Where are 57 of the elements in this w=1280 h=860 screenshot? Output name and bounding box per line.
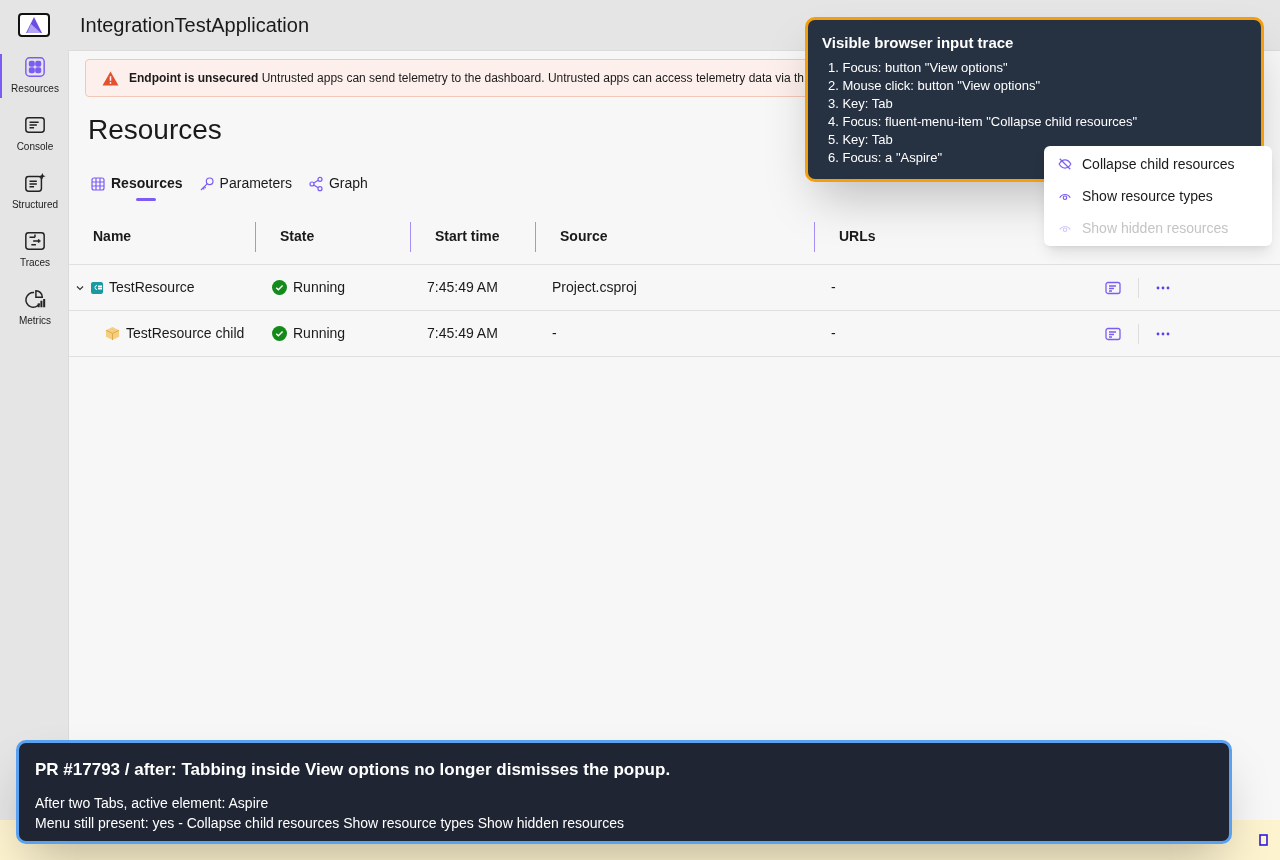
menu-item[interactable]: Collapse child resources [1044,148,1272,180]
pr-note-line: Menu still present: yes - Collapse child resources Show resource types Show hidden resources [35,813,626,833]
csharp-icon [91,281,103,294]
trace-step: 2. Mouse click: button "View options" [822,76,1041,95]
sidebar-item[interactable]: Metrics [0,286,68,330]
logo-icon[interactable] [18,13,50,37]
urls-text: - [831,325,836,341]
start-time: 7:45:49 AM [427,279,498,295]
tab[interactable]: Resources [90,173,183,201]
key-icon [198,175,215,192]
menu-item[interactable]: Show resource types [1044,180,1272,212]
app-title: IntegrationTestApplication [80,13,310,38]
trace-step: 3. Key: Tab [822,94,893,113]
pr-note-title: PR #17793 / after: Tabbing inside View options no longer dismisses the popup. [35,759,672,781]
column-header[interactable]: Name [93,226,132,247]
sidebar-item[interactable]: Traces [0,228,68,272]
pr-note-line: After two Tabs, active element: Aspire [35,793,270,813]
urls-text: - [831,279,836,295]
state-text: Running [293,324,346,343]
text-lines-icon [24,114,46,136]
eye-slash-icon [1058,157,1072,171]
package-icon [105,326,120,341]
trace-title: Visible browser input trace [822,33,1015,53]
resource-name: TestResource [109,278,195,297]
banner-message: Endpoint is unsecured Untrusted apps can send telemetry to the dashboard. Untrusted apps can access telemetry data via th [129,70,804,87]
column-header[interactable]: URLs [839,226,876,247]
source-text: - [552,325,557,341]
column-header[interactable]: Start time [435,226,500,247]
column-header[interactable]: Source [560,226,608,247]
column-header[interactable]: State [280,226,315,247]
page-title: Resources [88,113,222,147]
grid-icon [90,175,106,192]
sidebar-item[interactable]: Console [0,112,68,156]
share-nodes-icon [307,175,324,192]
source-text: Project.csproj [552,279,637,295]
trace-step: 4. Focus: fluent-menu-item "Collapse child resources" [822,112,1138,131]
text-sparkle-icon [24,172,46,194]
check-circle-icon [272,280,287,295]
grid-icon [24,56,46,78]
check-circle-icon [272,326,287,341]
tab[interactable]: Parameters [198,173,292,201]
state-text: Running [293,278,346,297]
tab[interactable]: Graph [307,173,368,201]
text-lines-icon[interactable] [1105,326,1121,341]
pie-chart-icon [24,288,46,310]
timeline-icon [24,230,46,252]
trace-step: 5. Key: Tab [822,130,893,149]
more-icon[interactable] [1156,285,1170,290]
square-icon[interactable] [1259,834,1268,846]
warning-icon [102,70,119,86]
trace-step: 6. Focus: a "Aspire" [822,148,942,167]
resource-name: TestResource child [126,324,245,343]
more-icon[interactable] [1156,331,1170,336]
sidebar-item[interactable]: Structured [0,170,68,214]
start-time: 7:45:49 AM [427,325,498,341]
trace-step: 1. Focus: button "View options" [822,58,1008,77]
text-lines-icon[interactable] [1105,280,1121,295]
